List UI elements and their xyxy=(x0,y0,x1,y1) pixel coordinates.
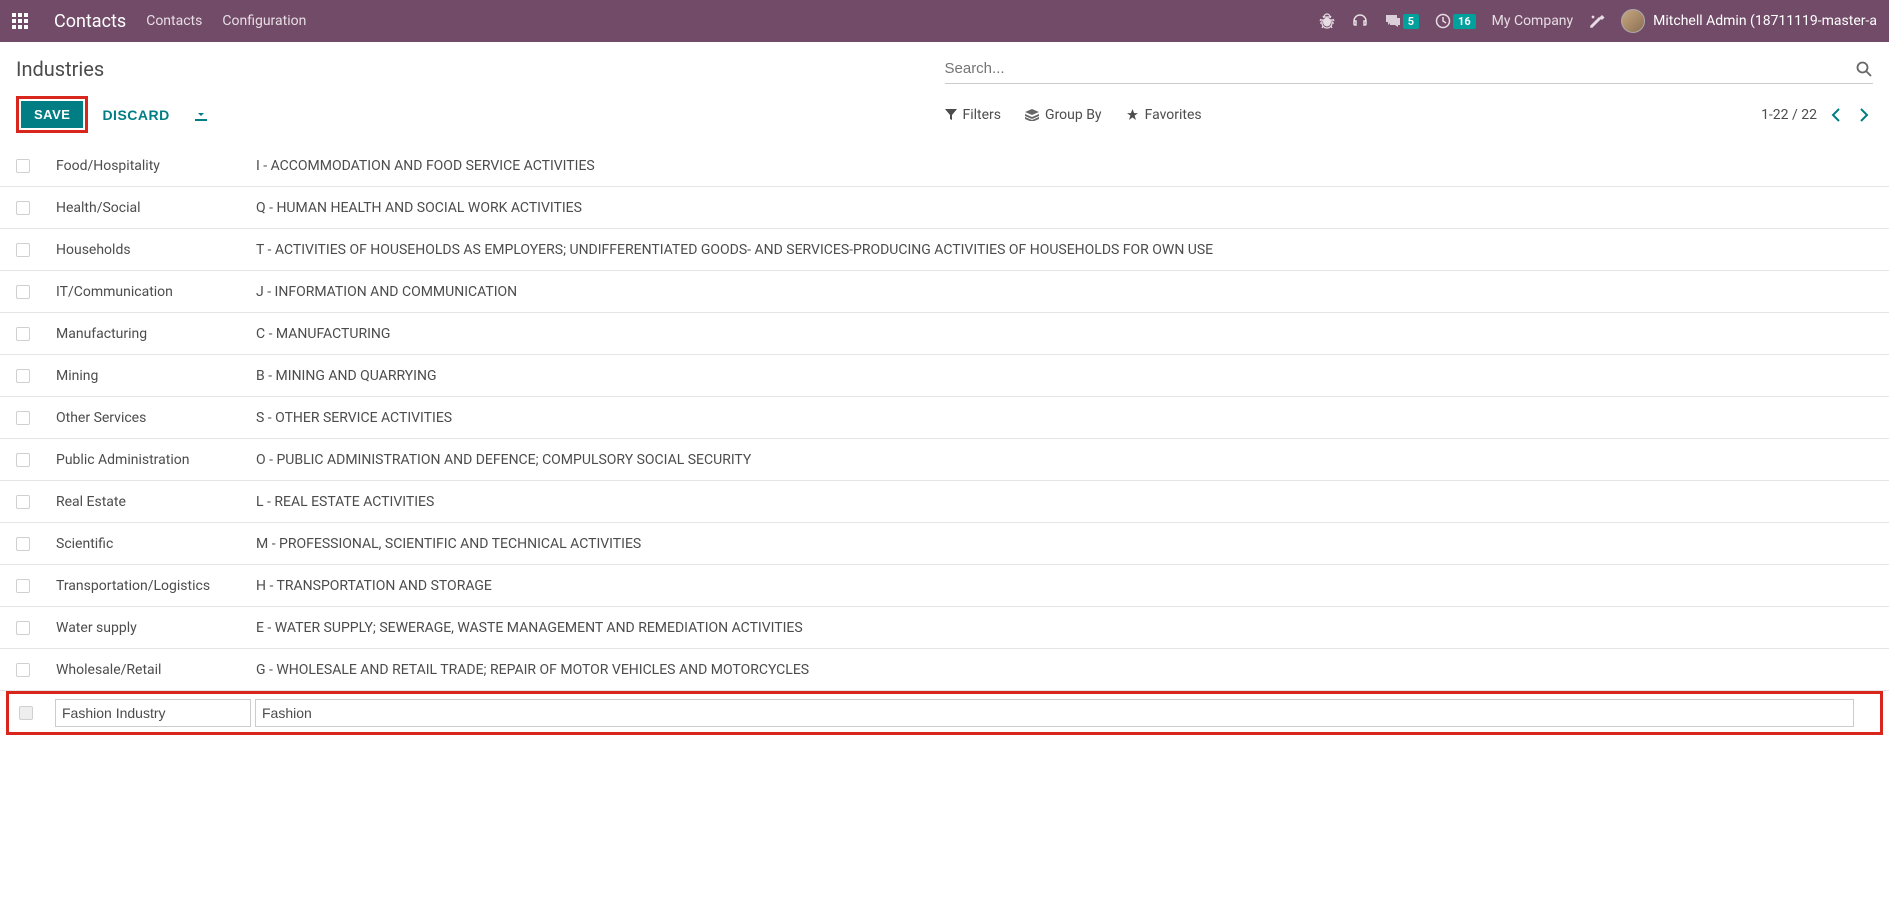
layers-icon xyxy=(1025,109,1039,121)
table-row[interactable]: Health/SocialQ - HUMAN HEALTH AND SOCIAL… xyxy=(0,187,1889,229)
discard-button[interactable]: DISCARD xyxy=(102,107,169,123)
company-selector[interactable]: My Company xyxy=(1492,13,1574,29)
star-icon xyxy=(1126,109,1139,121)
industry-description: Q - HUMAN HEALTH AND SOCIAL WORK ACTIVIT… xyxy=(252,200,1873,216)
industry-description: L - REAL ESTATE ACTIVITIES xyxy=(252,494,1873,510)
row-checkbox[interactable] xyxy=(16,201,30,215)
funnel-icon xyxy=(945,109,957,121)
messages-badge: 5 xyxy=(1403,14,1419,29)
industry-description: H - TRANSPORTATION AND STORAGE xyxy=(252,578,1873,594)
industry-description: J - INFORMATION AND COMMUNICATION xyxy=(252,284,1873,300)
row-checkbox[interactable] xyxy=(16,663,30,677)
industry-description: C - MANUFACTURING xyxy=(252,326,1873,342)
industry-description: B - MINING AND QUARRYING xyxy=(252,368,1873,384)
highlight-edit-row xyxy=(6,691,1883,735)
user-menu[interactable]: Mitchell Admin (18711119-master-a xyxy=(1621,9,1877,33)
row-checkbox[interactable] xyxy=(16,159,30,173)
debug-tools-icon[interactable] xyxy=(1589,13,1605,29)
apps-menu-icon[interactable] xyxy=(12,13,28,29)
industry-name: Scientific xyxy=(52,536,252,552)
industry-name: Households xyxy=(52,242,252,258)
industry-description: I - ACCOMMODATION AND FOOD SERVICE ACTIV… xyxy=(252,158,1873,174)
row-checkbox[interactable] xyxy=(16,537,30,551)
filters-button[interactable]: Filters xyxy=(945,107,1002,123)
table-row[interactable]: Transportation/LogisticsH - TRANSPORTATI… xyxy=(0,565,1889,607)
industry-name: IT/Communication xyxy=(52,284,252,300)
industry-name: Wholesale/Retail xyxy=(52,662,252,678)
user-avatar xyxy=(1621,9,1645,33)
industry-description: G - WHOLESALE AND RETAIL TRADE; REPAIR O… xyxy=(252,662,1873,678)
industry-name: Other Services xyxy=(52,410,252,426)
export-icon[interactable] xyxy=(194,108,208,122)
row-checkbox[interactable] xyxy=(16,411,30,425)
table-row[interactable]: Food/HospitalityI - ACCOMMODATION AND FO… xyxy=(0,145,1889,187)
row-checkbox[interactable] xyxy=(16,327,30,341)
page-title: Industries xyxy=(16,57,945,81)
new-industry-desc-input[interactable] xyxy=(255,699,1854,727)
activities-icon[interactable]: 16 xyxy=(1435,13,1476,29)
messaging-icon[interactable]: 5 xyxy=(1385,13,1419,29)
industry-name: Health/Social xyxy=(52,200,252,216)
industry-name: Transportation/Logistics xyxy=(52,578,252,594)
groupby-button[interactable]: Group By xyxy=(1025,107,1102,123)
nav-configuration[interactable]: Configuration xyxy=(222,13,306,29)
row-checkbox[interactable] xyxy=(16,285,30,299)
industries-list: Food/HospitalityI - ACCOMMODATION AND FO… xyxy=(0,145,1889,691)
industry-name: Manufacturing xyxy=(52,326,252,342)
highlight-save-box: SAVE xyxy=(16,96,88,133)
bug-icon[interactable] xyxy=(1319,13,1335,29)
top-navbar: Contacts Contacts Configuration 5 16 My … xyxy=(0,0,1889,42)
row-checkbox[interactable] xyxy=(16,243,30,257)
row-checkbox[interactable] xyxy=(16,621,30,635)
activities-badge: 16 xyxy=(1453,14,1476,29)
industry-description: T - ACTIVITIES OF HOUSEHOLDS AS EMPLOYER… xyxy=(252,242,1873,258)
industry-description: E - WATER SUPPLY; SEWERAGE, WASTE MANAGE… xyxy=(252,620,1873,636)
favorites-button[interactable]: Favorites xyxy=(1126,107,1202,123)
row-checkbox[interactable] xyxy=(16,579,30,593)
table-row[interactable]: Wholesale/RetailG - WHOLESALE AND RETAIL… xyxy=(0,649,1889,691)
industry-name: Public Administration xyxy=(52,452,252,468)
nav-contacts[interactable]: Contacts xyxy=(146,13,202,29)
row-checkbox[interactable] xyxy=(16,453,30,467)
industry-description: O - PUBLIC ADMINISTRATION AND DEFENCE; C… xyxy=(252,452,1873,468)
new-record-row xyxy=(9,694,1880,732)
app-brand: Contacts xyxy=(54,11,126,32)
industry-name: Real Estate xyxy=(52,494,252,510)
table-row[interactable]: IT/CommunicationJ - INFORMATION AND COMM… xyxy=(0,271,1889,313)
table-row[interactable]: ScientificM - PROFESSIONAL, SCIENTIFIC A… xyxy=(0,523,1889,565)
row-checkbox[interactable] xyxy=(19,706,33,720)
industry-description: M - PROFESSIONAL, SCIENTIFIC AND TECHNIC… xyxy=(252,536,1873,552)
table-row[interactable]: Public AdministrationO - PUBLIC ADMINIST… xyxy=(0,439,1889,481)
table-row[interactable]: HouseholdsT - ACTIVITIES OF HOUSEHOLDS A… xyxy=(0,229,1889,271)
table-row[interactable]: ManufacturingC - MANUFACTURING xyxy=(0,313,1889,355)
table-row[interactable]: Real EstateL - REAL ESTATE ACTIVITIES xyxy=(0,481,1889,523)
save-button[interactable]: SAVE xyxy=(21,101,83,128)
user-name: Mitchell Admin (18711119-master-a xyxy=(1653,13,1877,29)
row-checkbox[interactable] xyxy=(16,495,30,509)
new-industry-name-input[interactable] xyxy=(55,699,251,727)
row-checkbox[interactable] xyxy=(16,369,30,383)
table-row[interactable]: Other ServicesS - OTHER SERVICE ACTIVITI… xyxy=(0,397,1889,439)
pager-prev[interactable] xyxy=(1827,108,1845,122)
support-icon[interactable] xyxy=(1351,13,1369,29)
industry-name: Water supply xyxy=(52,620,252,636)
industry-name: Food/Hospitality xyxy=(52,158,252,174)
search-icon[interactable] xyxy=(1855,60,1873,78)
industry-description: S - OTHER SERVICE ACTIVITIES xyxy=(252,410,1873,426)
search-input[interactable] xyxy=(945,54,1856,83)
pager-next[interactable] xyxy=(1855,108,1873,122)
table-row[interactable]: MiningB - MINING AND QUARRYING xyxy=(0,355,1889,397)
table-row[interactable]: Water supplyE - WATER SUPPLY; SEWERAGE, … xyxy=(0,607,1889,649)
pager-text[interactable]: 1-22 / 22 xyxy=(1761,107,1817,123)
industry-name: Mining xyxy=(52,368,252,384)
